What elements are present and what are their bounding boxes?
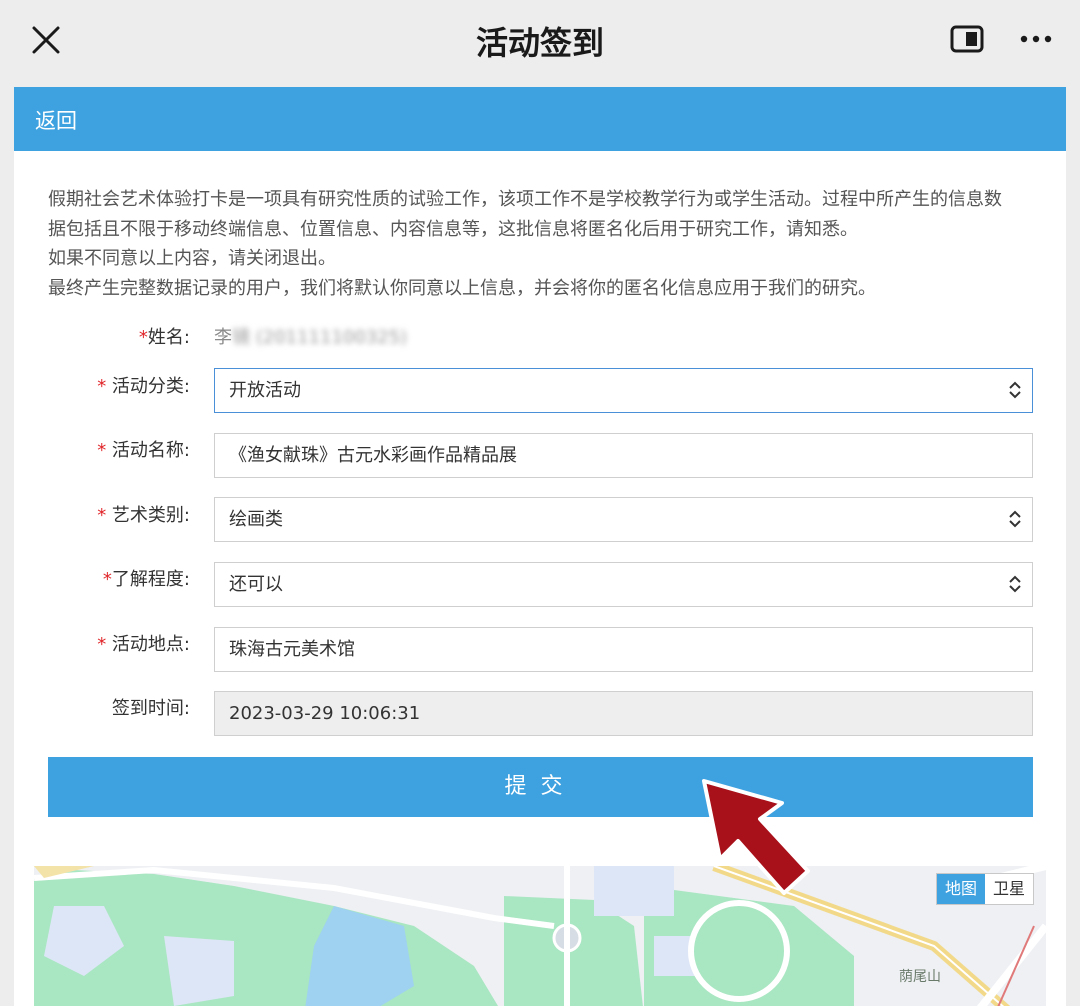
location-label: * 活动地点:: [97, 634, 190, 655]
checkin-time-field: 2023-03-29 10:06:31: [214, 691, 1033, 736]
art-type-label: * 艺术类别:: [97, 505, 190, 526]
annotation-arrow-icon: [702, 779, 810, 895]
notice-line: 如果不同意以上内容，请关闭退出。: [48, 248, 336, 269]
blurred-student-id: 镜 (201111100325): [232, 327, 408, 348]
select-chevron-icon: [1009, 575, 1021, 593]
category-select[interactable]: 开放活动: [214, 368, 1033, 413]
activity-name-label: * 活动名称:: [97, 440, 190, 461]
name-label: *姓名:: [138, 327, 190, 348]
activity-name-input[interactable]: 《渔女献珠》古元水彩画作品精品展: [214, 433, 1033, 478]
map-place-label: 荫尾山: [899, 969, 941, 985]
map-toggle-map[interactable]: 地图: [937, 874, 986, 904]
privacy-notice: 假期社会艺术体验打卡是一项具有研究性质的试验工作，该项工作不是学校教学行为或学生…: [48, 185, 1038, 303]
art-type-select[interactable]: 绘画类: [214, 497, 1033, 542]
understanding-label: *了解程度:: [102, 569, 190, 590]
select-chevron-icon: [1009, 510, 1021, 528]
select-chevron-icon: [1009, 381, 1021, 399]
notice-line: 最终产生完整数据记录的用户，我们将默认你同意以上信息，并会将你的匿名化信息应用于…: [48, 277, 876, 299]
map-toggle-satellite[interactable]: 卫星: [985, 874, 1033, 904]
name-value: 李镜 (201111100325): [214, 327, 408, 348]
checkin-time-label: 签到时间:: [111, 698, 190, 719]
back-link[interactable]: 返回: [35, 105, 77, 135]
checkin-card: 返回 假期社会艺术体验打卡是一项具有研究性质的试验工作，该项工作不是学校教学行为…: [14, 87, 1066, 1006]
minimize-window-icon[interactable]: [950, 24, 984, 54]
location-map[interactable]: 地图 卫星 荫尾山: [34, 866, 1046, 1006]
submit-button[interactable]: 提交: [48, 757, 1033, 817]
location-input[interactable]: 珠海古元美术馆: [214, 627, 1033, 672]
understanding-select[interactable]: 还可以: [214, 562, 1033, 607]
map-tiles: [34, 866, 1046, 1006]
more-icon[interactable]: [1018, 28, 1054, 50]
page-title: 活动签到: [475, 24, 604, 62]
map-type-toggle[interactable]: 地图 卫星: [936, 873, 1035, 905]
notice-line: 假期社会艺术体验打卡是一项具有研究性质的试验工作，该项工作不是学校教学行为或学生…: [48, 189, 1002, 210]
app-topbar: 活动签到: [0, 0, 1080, 82]
category-label: * 活动分类:: [97, 376, 190, 397]
notice-line: 据包括且不限于移动终端信息、位置信息、内容信息等，这批信息将匿名化后用于研究工作…: [48, 218, 858, 240]
blue-header-bar: 返回: [14, 87, 1066, 151]
